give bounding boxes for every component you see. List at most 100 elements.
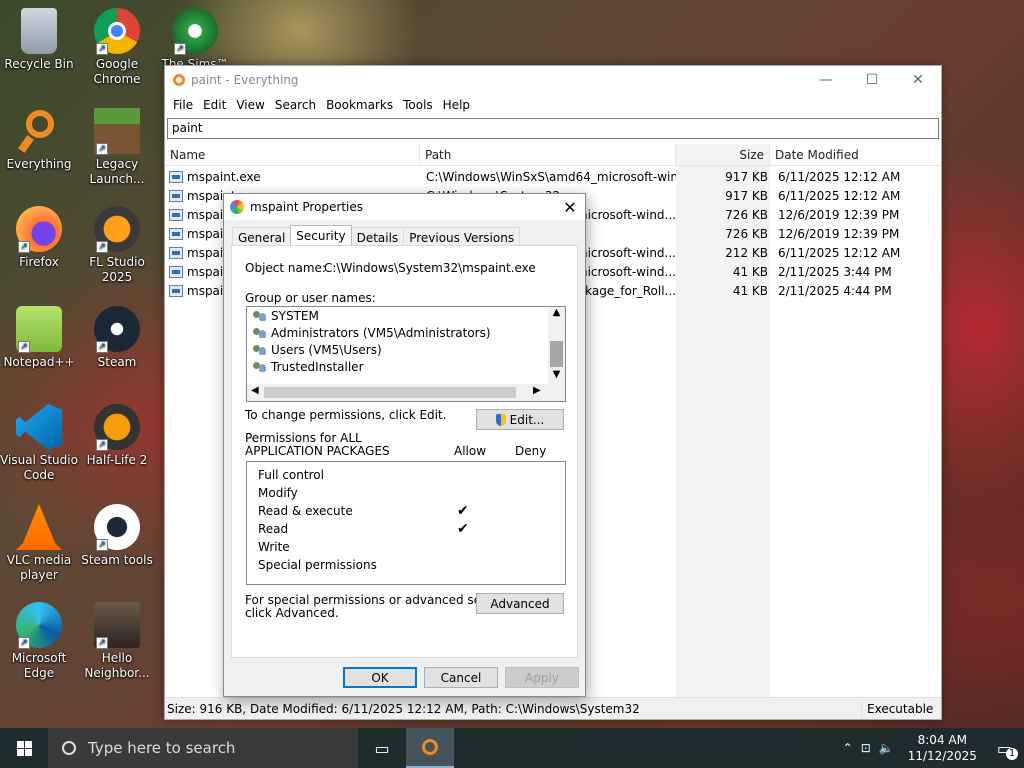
window-title: paint - Everything (191, 73, 299, 87)
clock-date: 11/12/2025 (907, 749, 977, 763)
desktop-icon-recycle-bin[interactable]: Recycle Bin (0, 8, 78, 72)
minimize-icon[interactable]: — (803, 66, 849, 94)
tab-security[interactable]: Security (290, 225, 352, 247)
notepadpp-icon: ↗ (16, 306, 62, 353)
menu-help[interactable]: Help (438, 98, 475, 112)
exe-file-icon (169, 246, 183, 259)
security-panel: Object name: C:\Windows\System32\mspaint… (231, 245, 578, 658)
chrome-icon: ↗ (94, 8, 140, 55)
notification-icon[interactable]: ▭ 1 (991, 739, 1018, 760)
tab-general[interactable]: General (232, 227, 292, 247)
scroll-thumb[interactable] (550, 341, 563, 367)
menu-edit[interactable]: Edit (198, 98, 231, 112)
permission-row: Read ✔ (258, 521, 469, 537)
apply-button[interactable]: Apply (505, 667, 579, 688)
desktop-icon-vscode[interactable]: Visual Studio Code (0, 404, 78, 483)
firefox-icon: ↗ (16, 206, 62, 253)
maximize-icon[interactable]: ☐ (849, 66, 895, 94)
menu-view[interactable]: View (231, 98, 269, 112)
list-item[interactable]: TrustedInstaller (247, 358, 565, 375)
shield-icon (495, 413, 506, 426)
task-view-button[interactable]: ▭ (358, 728, 406, 768)
deny-column-label: Deny (515, 444, 547, 458)
desktop-icon-chrome[interactable]: ↗ Google Chrome (78, 8, 156, 87)
exe-file-icon (169, 170, 183, 183)
fl-studio-icon: ↗ (94, 206, 140, 253)
close-icon[interactable]: ✕ (895, 66, 941, 94)
menu-bar: File Edit View Search Bookmarks Tools He… (165, 94, 941, 116)
close-icon[interactable]: ✕ (555, 198, 585, 217)
taskbar-search[interactable]: Type here to search (48, 728, 358, 768)
chevron-up-icon[interactable]: ▲ (548, 307, 565, 321)
tab-details[interactable]: Details (350, 227, 405, 247)
checkmark-icon: ✔ (457, 521, 469, 537)
vlc-cone-icon (16, 504, 62, 550)
ok-button[interactable]: OK (343, 667, 417, 688)
steam-icon: ↗ (94, 306, 140, 353)
exe-file-icon (169, 189, 183, 202)
list-item[interactable]: Administrators (VM5\Administrators) (247, 324, 565, 341)
network-icon[interactable]: ⊡ (861, 741, 871, 755)
list-item[interactable]: SYSTEM (247, 307, 565, 324)
desktop-icon-steam-tools[interactable]: ↗ Steam tools (78, 504, 156, 568)
permission-row: Modify (258, 486, 298, 500)
chevron-right-icon[interactable]: ▶ (533, 385, 541, 396)
task-view-icon: ▭ (374, 738, 390, 758)
search-input[interactable]: paint (167, 118, 939, 139)
table-row[interactable]: mspaint.exe C:\Windows\WinSxS\amd64_micro… (165, 167, 941, 186)
dialog-title: mspaint Properties (250, 200, 364, 214)
clock[interactable]: 8:04 AM 11/12/2025 (902, 732, 983, 764)
scroll-thumb[interactable] (264, 387, 516, 398)
menu-file[interactable]: File (168, 98, 198, 112)
list-item[interactable]: Users (VM5\Users) (247, 341, 565, 358)
notification-count: 1 (1006, 747, 1018, 760)
permission-row: Write (258, 540, 290, 554)
chevron-up-icon[interactable]: ⌃ (843, 741, 853, 755)
chevron-down-icon[interactable]: ▼ (548, 369, 565, 380)
desktop-icon-steam[interactable]: ↗ Steam (78, 306, 156, 370)
group-label: Group or user names: (245, 291, 376, 305)
clock-time: 8:04 AM (917, 733, 967, 747)
magnifier-icon (422, 739, 438, 755)
desktop-icon-firefox[interactable]: ↗ Firefox (0, 206, 78, 270)
cancel-button[interactable]: Cancel (424, 667, 498, 688)
column-size[interactable]: Size (676, 144, 770, 165)
chevron-left-icon[interactable]: ◀ (251, 385, 259, 396)
title-bar: paint - Everything — ☐ ✕ (165, 66, 941, 94)
column-path[interactable]: Path (420, 144, 676, 165)
column-name[interactable]: Name (165, 144, 420, 165)
desktop-icon-half-life[interactable]: ↗ Half-Life 2 (78, 404, 156, 468)
search-icon (62, 741, 76, 755)
menu-tools[interactable]: Tools (398, 98, 438, 112)
status-type: Executable (861, 701, 941, 716)
desktop-icon-edge[interactable]: ↗ Microsoft Edge (0, 602, 78, 681)
steam-tools-icon: ↗ (94, 504, 140, 551)
users-icon (253, 344, 267, 356)
column-date-modified[interactable]: Date Modified (770, 144, 920, 165)
vertical-scrollbar[interactable]: ▲ ▼ (548, 307, 565, 385)
desktop-icon-fl-studio[interactable]: ↗ FL Studio 2025 (78, 206, 156, 285)
tab-previous-versions[interactable]: Previous Versions (403, 227, 521, 247)
desktop-icon-notepadpp[interactable]: ↗ Notepad++ (0, 306, 78, 370)
menu-bookmarks[interactable]: Bookmarks (321, 98, 398, 112)
desktop-icon-legacy-launcher[interactable]: ↗ Legacy Launch... (78, 108, 156, 187)
permission-row: Special permissions (258, 558, 377, 572)
user-list[interactable]: SYSTEM Administrators (VM5\Administrator… (246, 306, 566, 402)
paint-app-icon (230, 200, 244, 214)
edit-button[interactable]: Edit... (476, 409, 564, 430)
start-button[interactable] (0, 728, 48, 768)
desktop-icon-hello-neighbor[interactable]: ↗ Hello Neighbor... (78, 602, 156, 681)
edge-icon: ↗ (16, 602, 62, 649)
windows-logo-icon (16, 740, 32, 756)
taskbar-everything[interactable] (406, 728, 454, 768)
exe-file-icon (169, 265, 183, 278)
status-text: Size: 916 KB, Date Modified: 6/11/2025 1… (167, 701, 640, 716)
horizontal-scrollbar[interactable]: ◀ ▶ (247, 384, 565, 401)
desktop-icon-vlc[interactable]: VLC media player (0, 504, 78, 583)
exe-file-icon (169, 227, 183, 240)
desktop-icon-everything[interactable]: Everything (0, 108, 78, 172)
advanced-button[interactable]: Advanced (476, 593, 564, 614)
volume-icon[interactable]: 🔈 (879, 741, 894, 755)
menu-search[interactable]: Search (270, 98, 321, 112)
permission-row: Read & execute ✔ (258, 503, 469, 519)
